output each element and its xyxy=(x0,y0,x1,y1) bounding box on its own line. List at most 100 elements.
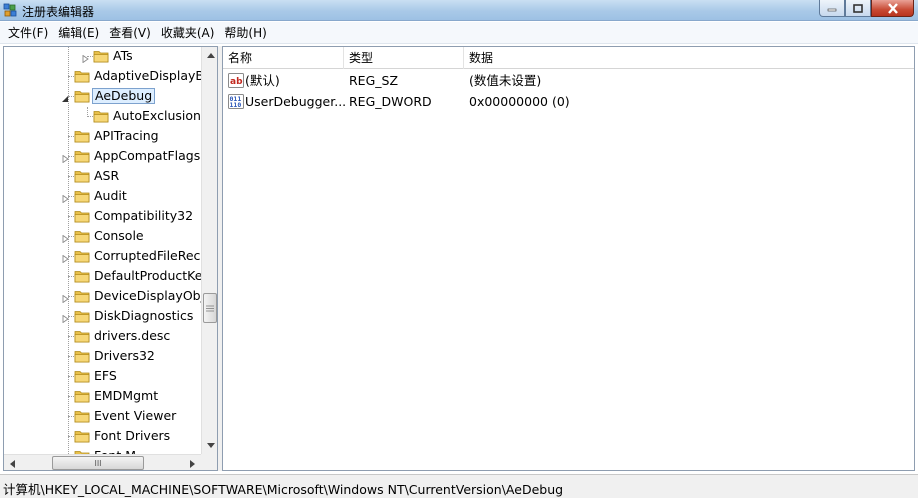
folder-icon xyxy=(74,89,90,103)
minimize-button[interactable] xyxy=(819,0,845,17)
folder-icon xyxy=(74,169,90,183)
tree-vertical-scrollbar[interactable] xyxy=(201,47,217,454)
collapsed-arrow-icon[interactable] xyxy=(62,252,69,264)
tree-item[interactable]: DefaultProductKey xyxy=(4,266,202,286)
value-row[interactable]: ab (默认) REG_SZ (数值未设置) xyxy=(223,70,914,91)
tree-item[interactable]: Audit xyxy=(4,186,202,206)
tree-item[interactable]: ASR xyxy=(4,166,202,186)
collapsed-arrow-icon[interactable] xyxy=(62,192,69,204)
tree-item[interactable]: Console xyxy=(4,226,202,246)
collapsed-arrow-icon[interactable] xyxy=(62,292,69,304)
collapsed-arrow-icon[interactable] xyxy=(62,232,69,244)
tree-item-label: AppCompatFlags xyxy=(94,148,201,163)
collapsed-arrow-icon[interactable] xyxy=(82,52,89,64)
scroll-down-button[interactable] xyxy=(202,437,217,454)
tree-item[interactable]: AppCompatFlags xyxy=(4,146,202,166)
tree-item[interactable]: AutoExclusionL xyxy=(4,106,202,126)
tree-item-label: Console xyxy=(94,228,144,243)
menu-edit[interactable]: 编辑(E) xyxy=(53,23,104,43)
value-type: REG_DWORD xyxy=(349,94,432,109)
tree-horizontal-scrollbar[interactable]: III xyxy=(4,454,201,470)
expanded-arrow-icon[interactable] xyxy=(62,92,69,102)
chevron-left-icon xyxy=(10,459,15,468)
menu-view[interactable]: 查看(V) xyxy=(104,23,156,43)
tree-item-label: EMDMgmt xyxy=(94,388,159,403)
tree-item-label: ASR xyxy=(94,168,120,183)
tree-item[interactable]: DeviceDisplayObje xyxy=(4,286,202,306)
scroll-left-button[interactable] xyxy=(4,455,21,470)
value-type: REG_SZ xyxy=(349,73,399,88)
tree-horizontal-scroll-thumb[interactable]: III xyxy=(52,456,144,470)
tree-item-label: APITracing xyxy=(94,128,159,143)
tree-item[interactable]: EFS xyxy=(4,366,202,386)
tree-item[interactable]: EMDMgmt xyxy=(4,386,202,406)
tree-item[interactable]: Drivers32 xyxy=(4,346,202,366)
menu-file[interactable]: 文件(F) xyxy=(3,23,53,43)
collapsed-arrow-icon[interactable] xyxy=(62,312,69,324)
folder-icon xyxy=(93,49,109,63)
tree-item[interactable]: ATs xyxy=(4,47,202,66)
tree-item-label: Audit xyxy=(94,188,127,203)
tree-item-label: CorruptedFileReco xyxy=(94,248,202,263)
tree-item-label: DiskDiagnostics xyxy=(94,308,194,323)
window-title: 注册表编辑器 xyxy=(22,5,95,19)
menu-help[interactable]: 帮助(H) xyxy=(219,23,271,43)
scrollbar-corner xyxy=(201,454,217,470)
tree-item-label: Compatibility32 xyxy=(94,208,194,223)
tree-item-label: DefaultProductKey xyxy=(94,268,202,283)
collapsed-arrow-icon[interactable] xyxy=(62,152,69,164)
folder-icon xyxy=(74,209,90,223)
chevron-down-icon xyxy=(206,443,215,448)
folder-icon xyxy=(74,249,90,263)
tree-item-label: EFS xyxy=(94,368,117,383)
column-header-type[interactable]: 类型 xyxy=(344,47,464,69)
folder-icon xyxy=(74,129,90,143)
column-header-data[interactable]: 数据 xyxy=(464,47,914,69)
registry-key-tree[interactable]: ATs AdaptiveDisplayBr AeDebug AutoExclusion… xyxy=(3,46,218,471)
tree-item[interactable]: CorruptedFileReco xyxy=(4,246,202,266)
registry-values-list[interactable]: 名称 类型 数据 ab (默认) REG_SZ (数值未设置) 011 110 … xyxy=(222,46,915,471)
tree-item[interactable]: Font Drivers xyxy=(4,426,202,446)
value-data: 0x00000000 (0) xyxy=(469,94,570,109)
value-name: (默认) xyxy=(245,73,280,88)
scroll-right-button[interactable] xyxy=(184,455,201,470)
tree-item[interactable]: drivers.desc xyxy=(4,326,202,346)
menu-bar: 文件(F) 编辑(E) 查看(V) 收藏夹(A) 帮助(H) xyxy=(0,22,918,44)
folder-icon xyxy=(74,369,90,383)
folder-icon xyxy=(74,189,90,203)
tree-item[interactable]: Event Viewer xyxy=(4,406,202,426)
regedit-app-icon xyxy=(3,3,17,17)
binary-value-icon: 011 110 xyxy=(228,94,244,109)
tree-item[interactable]: DiskDiagnostics xyxy=(4,306,202,326)
tree-item-label: drivers.desc xyxy=(94,328,171,343)
tree-item-label: AdaptiveDisplayBr xyxy=(94,68,202,83)
tree-item[interactable]: AeDebug xyxy=(4,86,202,106)
tree-item[interactable]: AdaptiveDisplayBr xyxy=(4,66,202,86)
folder-icon xyxy=(74,409,90,423)
tree-item-label: AeDebug xyxy=(92,88,156,104)
tree-vertical-scroll-thumb[interactable] xyxy=(203,293,217,323)
chevron-up-icon xyxy=(206,53,215,58)
column-header-name[interactable]: 名称 xyxy=(223,47,344,69)
folder-icon xyxy=(74,149,90,163)
folder-icon xyxy=(74,429,90,443)
maximize-button[interactable] xyxy=(845,0,871,17)
tree-item-label: Drivers32 xyxy=(94,348,155,363)
menu-favorites[interactable]: 收藏夹(A) xyxy=(156,23,220,43)
close-button[interactable] xyxy=(871,0,914,17)
svg-text:110: 110 xyxy=(230,101,242,109)
value-row[interactable]: 011 110 UserDebugger... REG_DWORD 0x0000… xyxy=(223,91,914,112)
current-key-path: 计算机\HKEY_LOCAL_MACHINE\SOFTWARE\Microsof… xyxy=(3,482,564,497)
tree-item-label: DeviceDisplayObje xyxy=(94,288,202,303)
value-data: (数值未设置) xyxy=(469,73,542,88)
title-bar[interactable]: 注册表编辑器 xyxy=(0,0,918,21)
minimize-icon xyxy=(827,8,837,12)
folder-icon xyxy=(74,289,90,303)
tree-item[interactable]: Compatibility32 xyxy=(4,206,202,226)
scroll-up-button[interactable] xyxy=(202,47,217,64)
maximize-icon xyxy=(853,3,863,13)
tree-item[interactable]: APITracing xyxy=(4,126,202,146)
folder-icon xyxy=(74,309,90,323)
grip-icon xyxy=(206,305,214,311)
string-value-icon: ab xyxy=(228,73,244,88)
